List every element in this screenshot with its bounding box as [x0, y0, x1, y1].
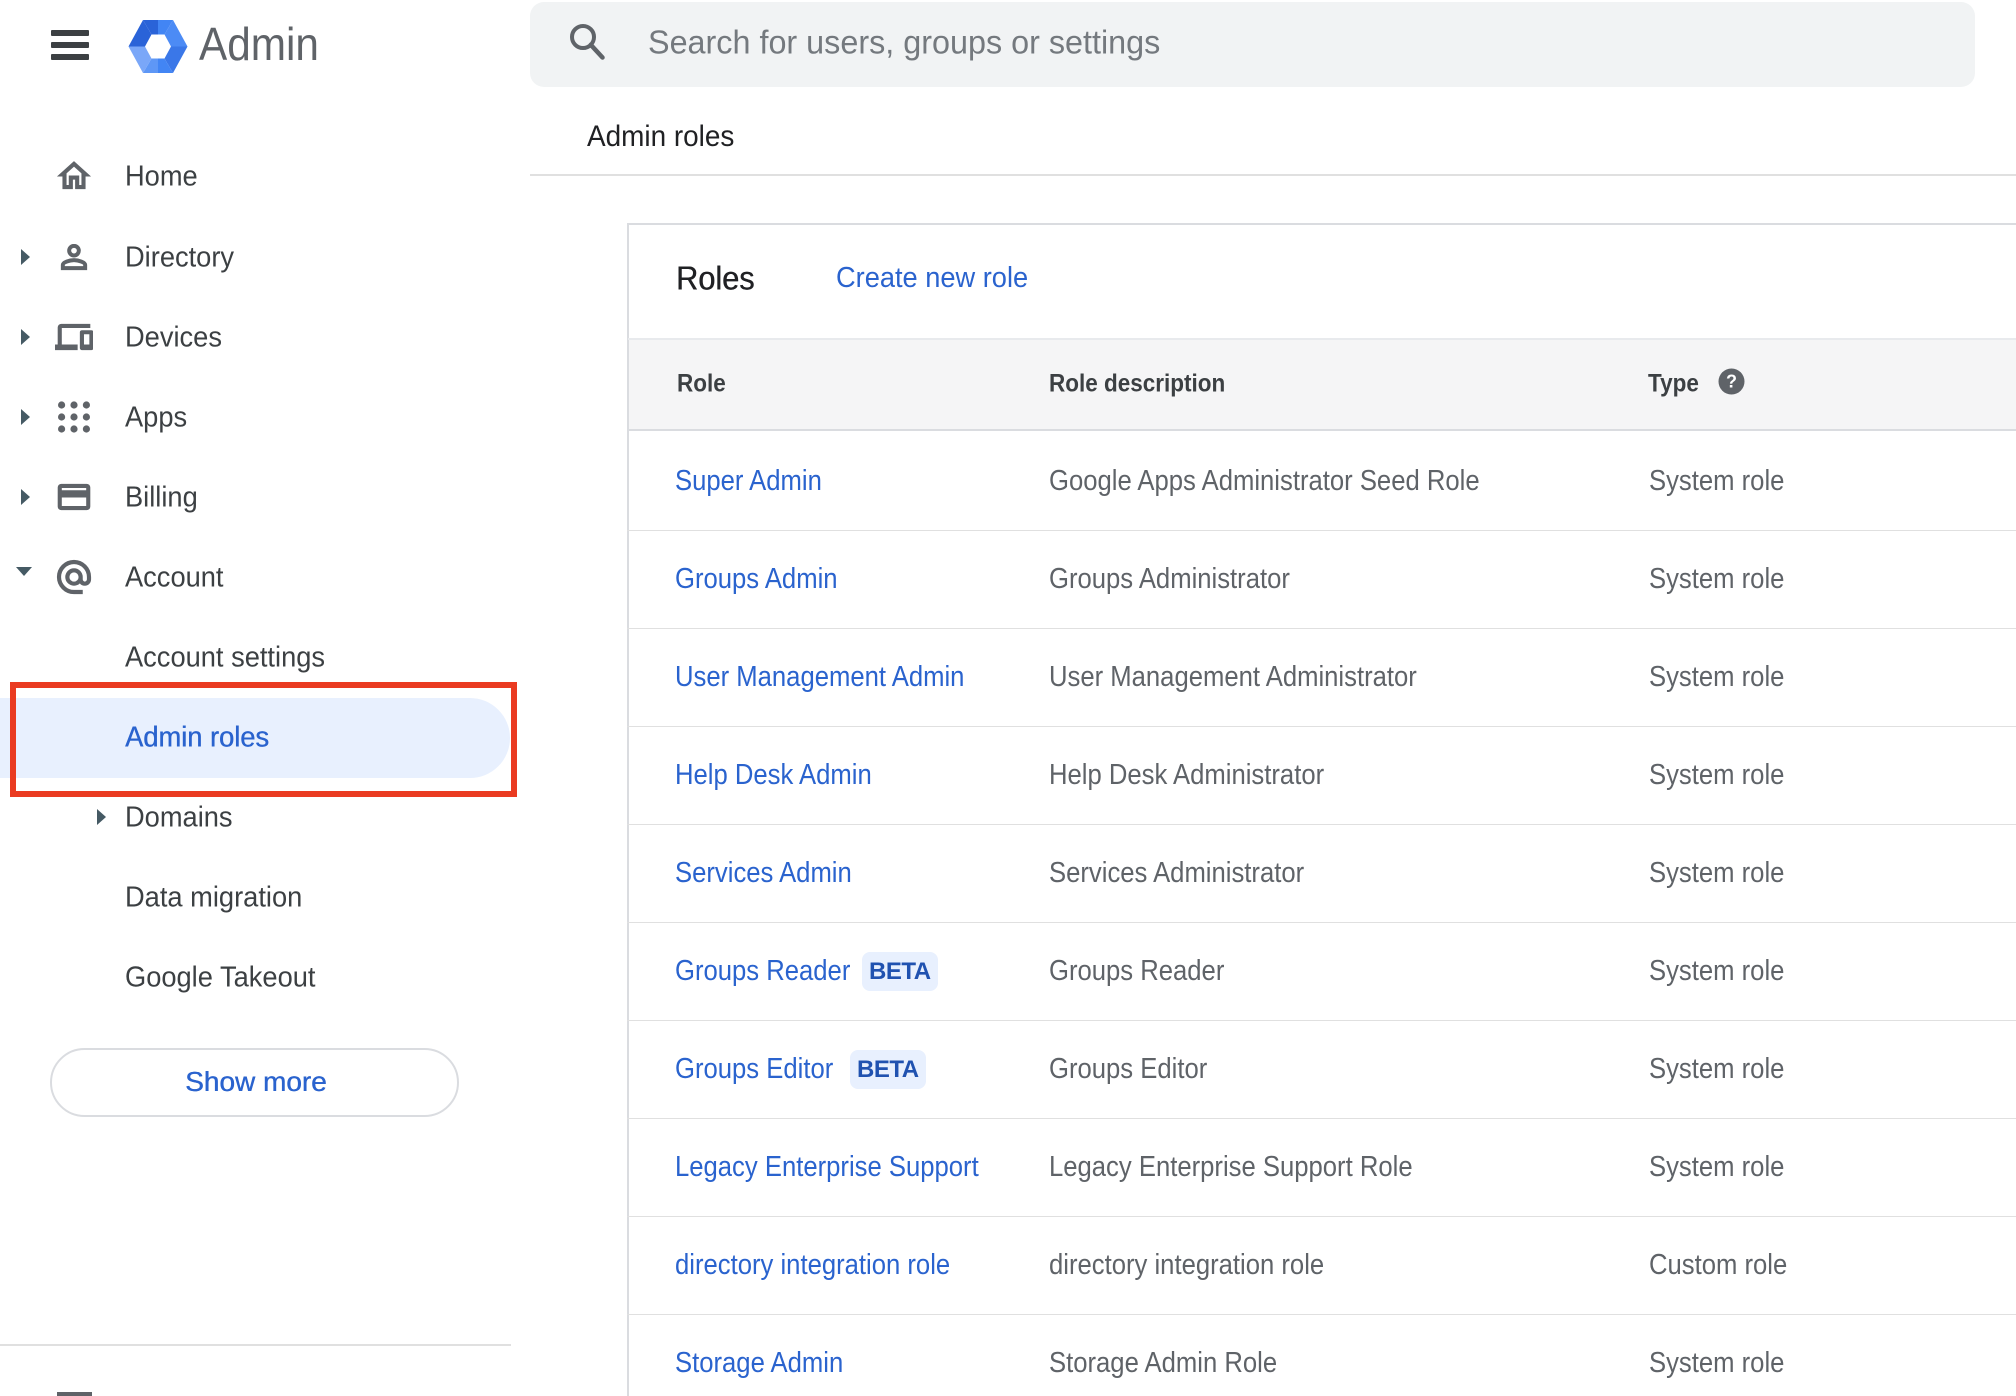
svg-text:?: ? — [1726, 372, 1737, 392]
